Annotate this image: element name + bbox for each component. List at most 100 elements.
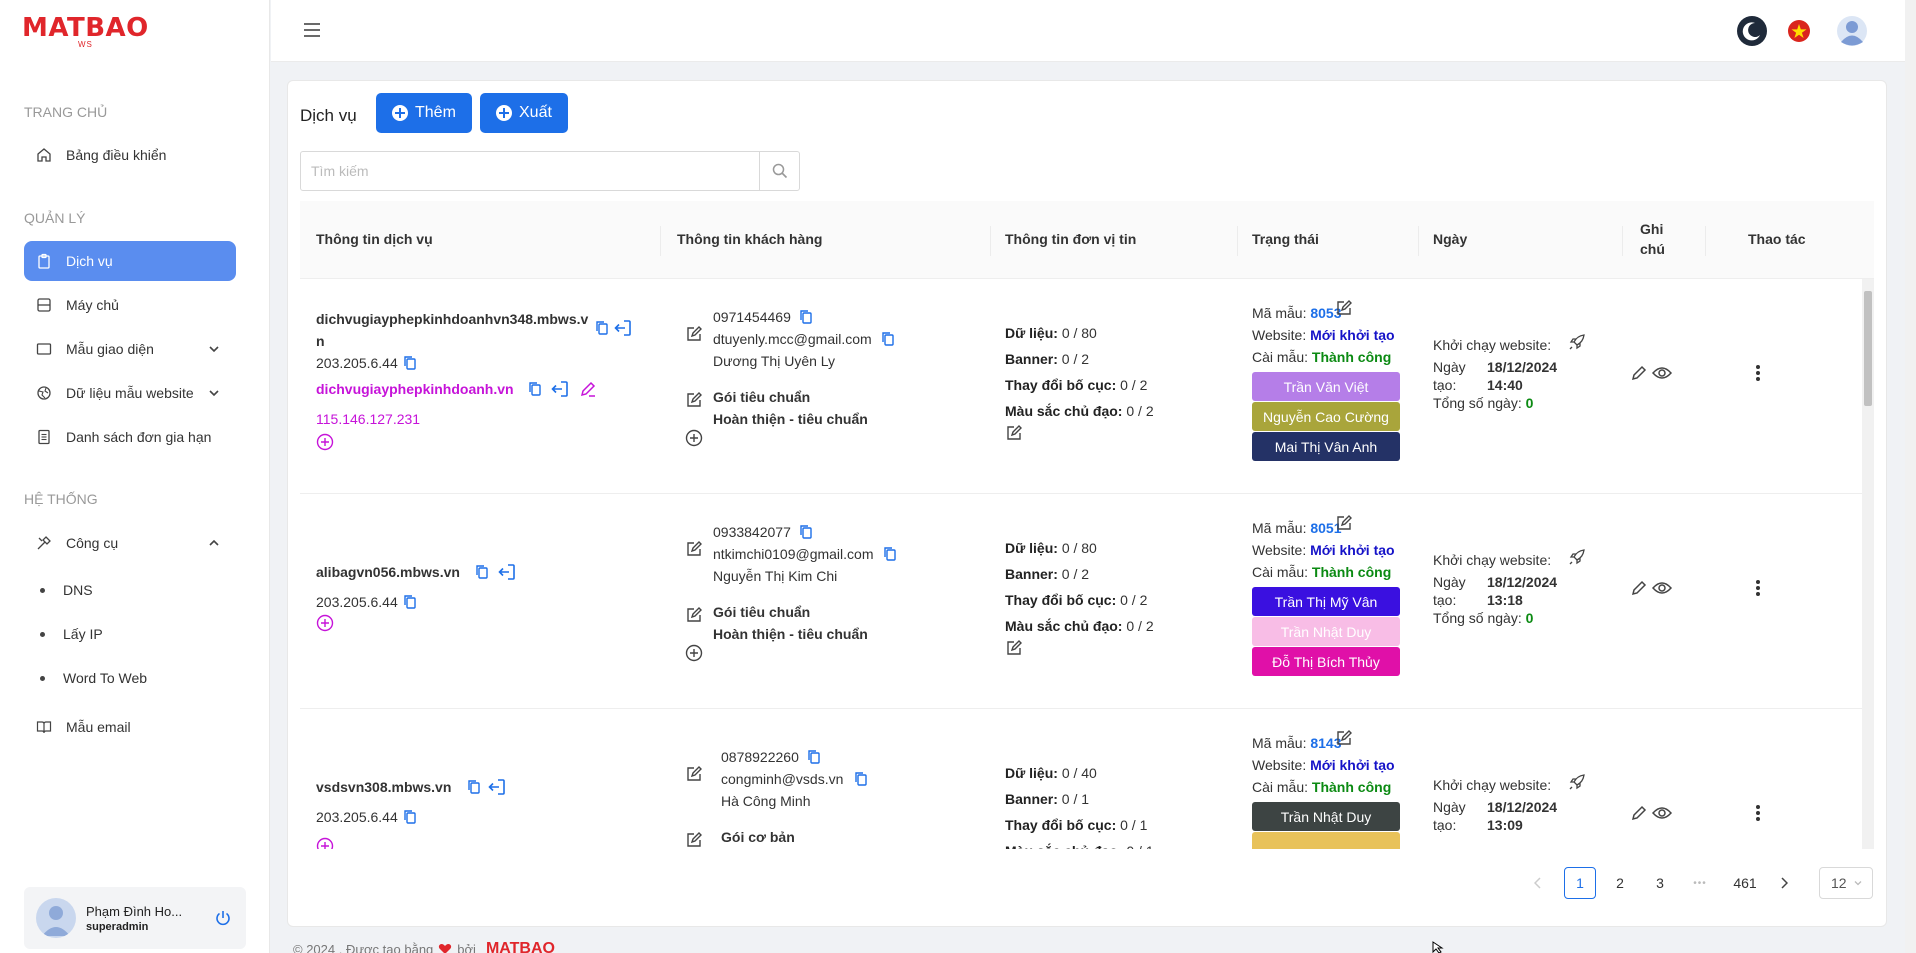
copy-icon[interactable] [404,356,416,370]
copy-icon[interactable] [596,321,608,335]
edit-icon[interactable] [685,391,703,409]
sidebar-item-templates[interactable]: Mẫu giao diện [24,329,236,369]
edit-icon[interactable] [685,606,703,624]
avatar [36,898,76,938]
page-button-last[interactable]: 461 [1725,867,1765,899]
chevron-down-icon [208,343,220,355]
table-scrollbar[interactable] [1862,279,1874,849]
service-domain[interactable]: dichvugiayphepkinhdoanhvn348.mbws.v [316,311,588,327]
sidebar-item-dashboard[interactable]: Bảng điều khiển [24,135,236,175]
add-circle-icon[interactable] [316,433,334,451]
copy-icon[interactable] [404,810,416,824]
custom-domain[interactable]: dichvugiayphepkinhdoanh.vn [316,381,514,397]
login-icon[interactable] [551,380,569,398]
copy-icon[interactable] [800,310,812,324]
power-icon[interactable] [214,909,232,927]
matbao-logo[interactable]: MATBAO WS [22,14,149,49]
login-icon[interactable] [498,563,516,581]
page-button-2[interactable]: 2 [1604,867,1636,899]
eye-icon[interactable] [1652,365,1672,381]
pencil-icon[interactable] [1630,579,1648,597]
add-circle-icon[interactable] [316,837,334,849]
edit-icon[interactable] [1005,424,1023,442]
staff-badge[interactable]: Mai Thị Vân Anh [1252,432,1400,461]
sidebar-item-tools[interactable]: Công cụ [24,523,236,563]
edit-icon[interactable] [1335,299,1353,317]
search-button[interactable] [759,152,799,190]
menu-icon[interactable] [303,22,321,38]
edit-icon[interactable] [685,765,703,783]
staff-badge[interactable]: Trần Thị Mỹ Vân [1252,587,1400,616]
page-button-3[interactable]: 3 [1644,867,1676,899]
rocket-icon[interactable] [1568,773,1586,791]
more-vertical-icon[interactable] [1755,804,1761,822]
profile-avatar-icon[interactable] [1836,15,1868,47]
label: Tổng số ngày: [1433,395,1522,411]
copy-icon[interactable] [468,780,480,794]
sidebar-item-template-data[interactable]: Dữ liệu mẫu website [24,373,236,413]
created-date: 18/12/2024 [1487,359,1558,375]
copy-icon[interactable] [884,547,896,561]
edit-icon[interactable] [685,831,703,849]
staff-badge[interactable]: Đỗ Thị Bích Thủy [1252,647,1400,676]
edit-icon[interactable] [685,325,703,343]
eye-icon[interactable] [1652,580,1672,596]
export-button[interactable]: Xuất [480,93,568,133]
sidebar-item-servers[interactable]: Máy chủ [24,285,236,325]
sidebar-subitem-get-ip[interactable]: Lấy IP [40,620,103,648]
copy-icon[interactable] [808,750,820,764]
search-input[interactable] [301,152,759,190]
pencil-icon[interactable] [1630,364,1648,382]
copy-icon[interactable] [529,382,541,396]
sidebar-item-email-templates[interactable]: Mẫu email [24,707,236,747]
staff-badge[interactable]: Nguyễn Cao Cường [1252,402,1400,431]
page-ellipsis[interactable]: ••• [1684,867,1716,899]
page-size-select[interactable]: 12 [1819,867,1873,899]
edit-icon[interactable] [1335,729,1353,747]
add-circle-icon[interactable] [685,429,703,447]
rocket-icon[interactable] [1568,548,1586,566]
value: 0 / 2 [1061,351,1090,367]
pencil-icon[interactable] [1630,804,1648,822]
copy-icon[interactable] [404,595,416,609]
add-button[interactable]: Thêm [376,93,472,133]
footer-brand[interactable]: MATBAO [486,940,555,953]
footer: © 2024 . Được tạo bằng bởi MATBAO [293,940,555,953]
login-icon[interactable] [614,319,632,337]
service-domain[interactable]: vsdsvn308.mbws.vn [316,779,451,795]
dark-mode-icon[interactable] [1736,15,1768,47]
vietnam-flag-icon[interactable] [1787,19,1811,43]
add-circle-icon[interactable] [316,614,334,632]
sidebar-item-label: Mẫu email [66,719,131,735]
copy-icon[interactable] [855,772,867,786]
more-vertical-icon[interactable] [1755,579,1761,597]
user-card[interactable]: Phạm Đình Ho... superadmin [24,887,246,949]
sidebar-subitem-word-to-web[interactable]: Word To Web [40,664,147,692]
copy-icon[interactable] [800,525,812,539]
login-icon[interactable] [488,778,506,796]
edit-icon[interactable] [685,540,703,558]
copy-icon[interactable] [476,565,488,579]
rocket-icon[interactable] [1568,333,1586,351]
sidebar-item-renewals[interactable]: Danh sách đơn gia hạn [24,417,236,457]
staff-badge[interactable]: Trần Văn Việt [1252,372,1400,401]
scrollbar-thumb[interactable] [1864,291,1872,406]
edit-icon[interactable] [1005,639,1023,657]
more-vertical-icon[interactable] [1755,364,1761,382]
value: 0 / 2 [1126,618,1154,634]
edit-icon[interactable] [1335,514,1353,532]
staff-badge[interactable]: Trần Nhật Duy [1252,617,1400,646]
page-button-1[interactable]: 1 [1564,867,1596,899]
staff-badge[interactable]: Trần Nhật Duy [1252,802,1400,831]
sidebar-item-services[interactable]: Dịch vụ [24,241,236,281]
staff-badge[interactable] [1252,832,1400,849]
service-domain[interactable]: alibagvn056.mbws.vn [316,564,460,580]
add-circle-icon[interactable] [685,644,703,662]
page-scrollbar[interactable] [1905,0,1916,953]
edit-icon[interactable] [579,380,597,398]
eye-icon[interactable] [1652,805,1672,821]
sidebar-subitem-dns[interactable]: DNS [40,576,93,604]
copy-icon[interactable] [882,332,894,346]
next-page-button[interactable] [1768,867,1800,899]
prev-page-button[interactable] [1522,867,1554,899]
